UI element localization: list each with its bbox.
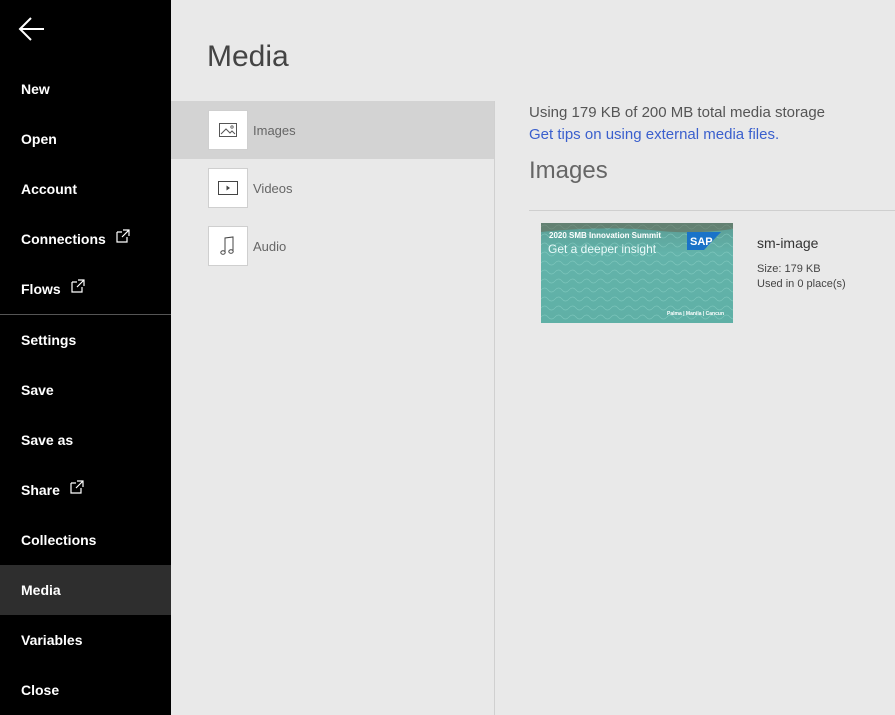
sidebar-item-label: Share <box>21 482 60 498</box>
sidebar-item-save-as[interactable]: Save as <box>0 415 171 465</box>
sidebar-item-settings[interactable]: Settings <box>0 315 171 365</box>
sidebar-item-label: Account <box>21 181 77 197</box>
media-type-audio[interactable]: Audio <box>171 217 494 275</box>
sidebar-item-connections[interactable]: Connections <box>0 214 171 264</box>
file-size: Size: 179 KB <box>757 263 821 275</box>
external-link-icon <box>71 279 85 293</box>
sidebar-item-label: Open <box>21 131 57 147</box>
external-link-icon <box>70 480 84 494</box>
sidebar-item-new[interactable]: New <box>0 64 171 114</box>
sidebar-item-account[interactable]: Account <box>0 164 171 214</box>
sidebar-item-label: Save as <box>21 432 74 448</box>
thumbnail-footer: Palma | Manila | Cancun <box>667 311 724 317</box>
sidebar-item-label: Media <box>21 582 61 598</box>
media-type-videos[interactable]: Videos <box>171 159 494 217</box>
file-usage-count: Used in 0 place(s) <box>757 278 846 290</box>
thumbnail-title: 2020 SMB Innovation Summit <box>549 231 662 240</box>
media-type-images[interactable]: Images <box>171 101 494 159</box>
sidebar-item-close[interactable]: Close <box>0 665 171 715</box>
sidebar-item-label: Collections <box>21 532 97 548</box>
page-title: Media <box>207 40 289 73</box>
sidebar-item-label: Settings <box>21 332 77 348</box>
media-type-label: Videos <box>253 180 293 196</box>
sidebar-item-label: New <box>21 81 50 97</box>
sidebar-item-variables[interactable]: Variables <box>0 615 171 665</box>
images-section-title: Images <box>529 157 608 184</box>
thumbnail-subtitle: Get a deeper insight <box>548 242 657 256</box>
sidebar-item-open[interactable]: Open <box>0 114 171 164</box>
image-thumbnail[interactable]: 2020 SMB Innovation Summit Get a deeper … <box>541 223 733 323</box>
music-note-icon <box>208 226 248 266</box>
arrow-left-icon <box>18 17 44 41</box>
storage-usage-text: Using 179 KB of 200 MB total media stora… <box>529 104 826 121</box>
section-divider <box>529 210 895 211</box>
file-name: sm-image <box>757 235 819 251</box>
sap-logo: SAP <box>687 232 721 250</box>
sidebar-item-share[interactable]: Share <box>0 465 171 515</box>
image-icon <box>208 110 248 150</box>
sidebar-item-save[interactable]: Save <box>0 365 171 415</box>
svg-text:SAP: SAP <box>690 236 713 248</box>
sidebar-item-media[interactable]: Media <box>0 565 171 615</box>
sidebar-item-flows[interactable]: Flows <box>0 264 171 314</box>
external-link-icon <box>116 229 130 243</box>
media-type-label: Images <box>253 122 296 138</box>
sidebar-item-label: Variables <box>21 632 83 648</box>
panel-divider <box>494 101 495 715</box>
back-button[interactable] <box>14 12 50 46</box>
media-type-list: Images Videos Audio <box>171 101 494 275</box>
sidebar: New Open Account Connections Flows Setti… <box>0 0 171 715</box>
sidebar-item-label: Flows <box>21 281 61 297</box>
sidebar-item-label: Save <box>21 382 54 398</box>
sidebar-item-label: Connections <box>21 231 106 247</box>
media-type-label: Audio <box>253 238 287 254</box>
external-media-tips-link[interactable]: Get tips on using external media files. <box>529 126 779 143</box>
sidebar-item-collections[interactable]: Collections <box>0 515 171 565</box>
sidebar-item-label: Close <box>21 682 60 698</box>
video-icon <box>208 168 248 208</box>
